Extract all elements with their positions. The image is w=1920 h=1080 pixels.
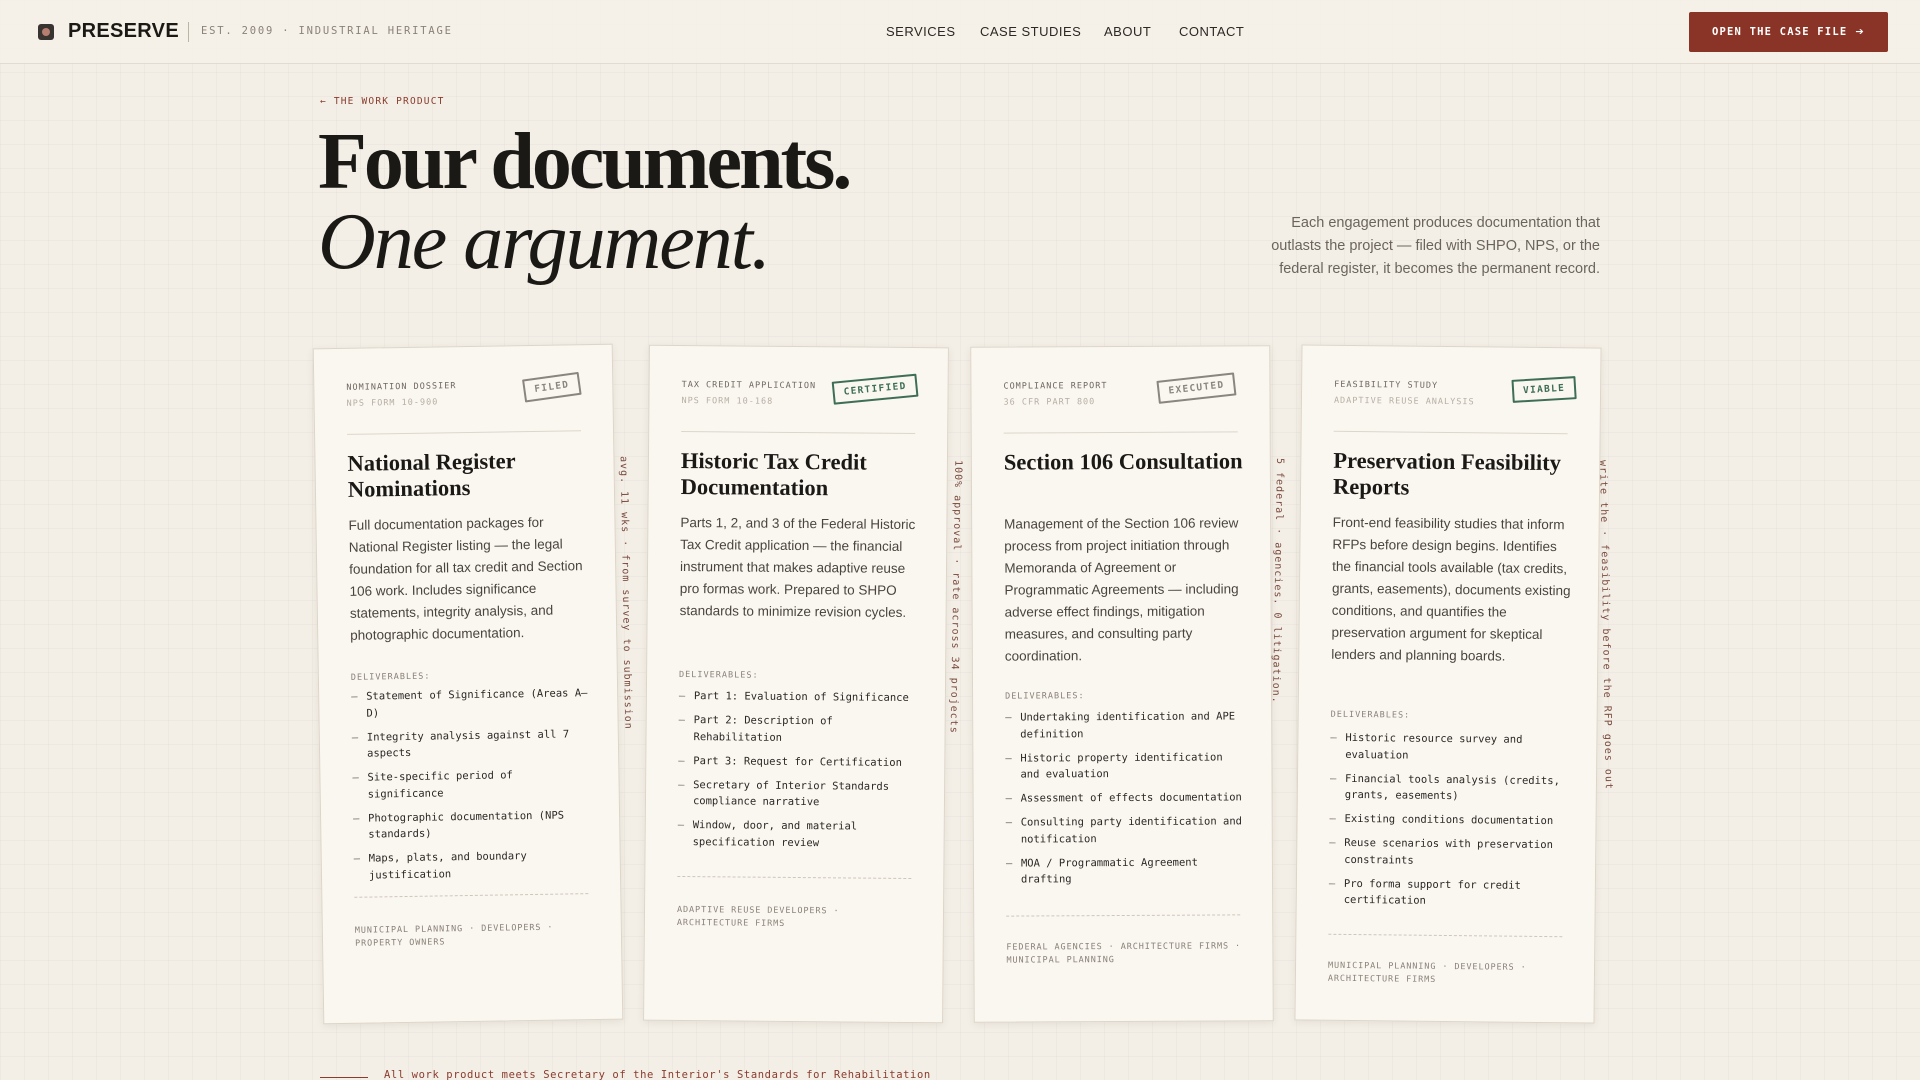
card-kicker: FEASIBILITY STUDY bbox=[1334, 379, 1439, 391]
card-kicker: TAX CREDIT APPLICATION bbox=[681, 379, 817, 392]
card-form-number: NPS FORM 10-168 bbox=[681, 395, 774, 407]
list-item: Financial tools analysis (credits, grant… bbox=[1330, 770, 1568, 805]
nav-contact[interactable]: CONTACT bbox=[1179, 24, 1244, 39]
list-item: Reuse scenarios with preservation constr… bbox=[1329, 835, 1567, 870]
card-side-note: 100% approval · rate across 34 projects bbox=[947, 459, 964, 734]
card-form-number: NPS FORM 10-900 bbox=[346, 397, 439, 409]
list-item: Part 2: Description of Rehabilitation bbox=[678, 712, 916, 747]
standards-note: All work product meets Secretary of the … bbox=[384, 1069, 931, 1080]
list-item: Assessment of effects documentation bbox=[1006, 789, 1244, 807]
list-item: Secretary of Interior Standards complian… bbox=[678, 776, 916, 811]
card-kicker: COMPLIANCE REPORT bbox=[1003, 381, 1108, 392]
card-audience: MUNICIPAL PLANNING · DEVELOPERS · PROPER… bbox=[354, 922, 554, 949]
card-side-note: 5 federal · agencies. 0 litigation. bbox=[1269, 457, 1286, 704]
card-description: Front-end feasibility studies that infor… bbox=[1331, 514, 1571, 664]
card-side-note: avg. 11 wks · from survey to submission bbox=[617, 455, 634, 730]
list-item: Statement of Significance (Areas A–D) bbox=[351, 685, 589, 722]
nav-case-studies[interactable]: CASE STUDIES bbox=[980, 24, 1081, 39]
status-stamp: FILED bbox=[521, 371, 582, 403]
divider bbox=[1003, 431, 1238, 434]
card-audience: MUNICIPAL PLANNING · DEVELOPERS · ARCHIT… bbox=[1327, 960, 1527, 985]
open-case-file-button[interactable]: OPEN THE CASE FILE ➔ bbox=[1689, 12, 1888, 52]
deliverables-label: DELIVERABLES: bbox=[679, 669, 759, 681]
deliverables-list: Statement of Significance (Areas A–D) In… bbox=[351, 685, 592, 891]
list-item: Site-specific period of significance bbox=[352, 766, 590, 803]
document-card[interactable]: NOMINATION DOSSIER NPS FORM 10-900 FILED… bbox=[312, 343, 624, 1025]
list-item: Historic property identification and eva… bbox=[1005, 749, 1243, 783]
status-stamp: CERTIFIED bbox=[831, 373, 919, 405]
divider bbox=[347, 430, 582, 435]
brand-tagline: EST. 2009 · INDUSTRIAL HERITAGE bbox=[201, 25, 453, 37]
list-item: Existing conditions documentation bbox=[1329, 811, 1567, 830]
deliverables-list: Part 1: Evaluation of Significance Part … bbox=[677, 688, 916, 860]
card-kicker: NOMINATION DOSSIER bbox=[346, 381, 457, 393]
nav-about[interactable]: ABOUT bbox=[1104, 24, 1151, 39]
divider bbox=[320, 1077, 368, 1078]
back-link[interactable]: ← THE WORK PRODUCT bbox=[320, 96, 445, 107]
deliverables-label: DELIVERABLES: bbox=[1330, 709, 1411, 721]
card-description: Management of the Section 106 review pro… bbox=[1004, 515, 1239, 664]
preserve-logo-icon[interactable] bbox=[38, 24, 54, 40]
list-item: Photographic documentation (NPS standard… bbox=[353, 807, 591, 844]
list-item: Part 3: Request for Certification bbox=[678, 752, 916, 771]
card-title: Preservation Feasibility Reports bbox=[1332, 447, 1562, 500]
card-title: National Register Nominations bbox=[347, 448, 516, 502]
card-description: Full documentation packages for National… bbox=[348, 514, 583, 643]
divider bbox=[354, 893, 589, 898]
brand-name[interactable]: PRESERVE bbox=[68, 20, 179, 43]
card-side-note: write the · feasibility before the RFP g… bbox=[1597, 459, 1614, 791]
document-card[interactable]: FEASIBILITY STUDY ADAPTIVE REUSE ANALYSI… bbox=[1294, 344, 1602, 1024]
divider bbox=[677, 875, 912, 880]
list-item: MOA / Programmatic Agreement drafting bbox=[1006, 854, 1244, 888]
divider bbox=[681, 430, 916, 435]
hero-intro: Each engagement produces documentation t… bbox=[1271, 215, 1600, 277]
document-card[interactable]: TAX CREDIT APPLICATION NPS FORM 10-168 C… bbox=[643, 344, 949, 1024]
list-item: Pro forma support for credit certificati… bbox=[1329, 875, 1567, 910]
hero-subtitle: One argument. bbox=[318, 198, 771, 286]
list-item: Window, door, and material specification… bbox=[678, 817, 916, 852]
cta-label: OPEN THE CASE FILE bbox=[1711, 26, 1848, 38]
list-item: Integrity analysis against all 7 aspects bbox=[352, 726, 590, 763]
deliverables-list: Undertaking identification and APE defin… bbox=[1005, 708, 1244, 895]
list-item: Maps, plats, and boundary justification bbox=[354, 847, 592, 884]
status-stamp: EXECUTED bbox=[1156, 372, 1237, 404]
deliverables-label: DELIVERABLES: bbox=[350, 671, 431, 683]
card-form-number: 36 CFR PART 800 bbox=[1003, 397, 1096, 408]
card-description: Parts 1, 2, and 3 of the Federal Histori… bbox=[679, 514, 916, 620]
divider bbox=[1333, 430, 1568, 435]
divider bbox=[188, 22, 189, 42]
card-title: Section 106 Consultation bbox=[1003, 448, 1243, 475]
list-item: Consulting party identification and noti… bbox=[1006, 813, 1244, 847]
list-item: Undertaking identification and APE defin… bbox=[1005, 708, 1243, 742]
divider bbox=[1328, 933, 1563, 938]
status-stamp: VIABLE bbox=[1511, 376, 1577, 403]
divider bbox=[1006, 914, 1241, 917]
card-audience: ADAPTIVE REUSE DEVELOPERS · ARCHITECTURE… bbox=[676, 904, 840, 929]
list-item: Historic resource survey and evaluation bbox=[1330, 730, 1568, 765]
arrow-right-icon: ➔ bbox=[1855, 24, 1866, 40]
hero-title: Four documents. bbox=[318, 118, 852, 206]
list-item: Part 1: Evaluation of Significance bbox=[679, 688, 917, 707]
card-audience: FEDERAL AGENCIES · ARCHITECTURE FIRMS · … bbox=[1006, 941, 1242, 966]
nav-services[interactable]: SERVICES bbox=[886, 24, 956, 39]
top-navigation: PRESERVE EST. 2009 · INDUSTRIAL HERITAGE… bbox=[0, 0, 1920, 64]
deliverables-label: DELIVERABLES: bbox=[1005, 691, 1085, 702]
card-title: Historic Tax Credit Documentation bbox=[680, 447, 867, 501]
document-card[interactable]: COMPLIANCE REPORT 36 CFR PART 800 EXECUT… bbox=[970, 345, 1274, 1023]
card-form-number: ADAPTIVE REUSE ANALYSIS bbox=[1333, 395, 1475, 408]
deliverables-list: Historic resource survey and evaluation … bbox=[1329, 730, 1569, 918]
